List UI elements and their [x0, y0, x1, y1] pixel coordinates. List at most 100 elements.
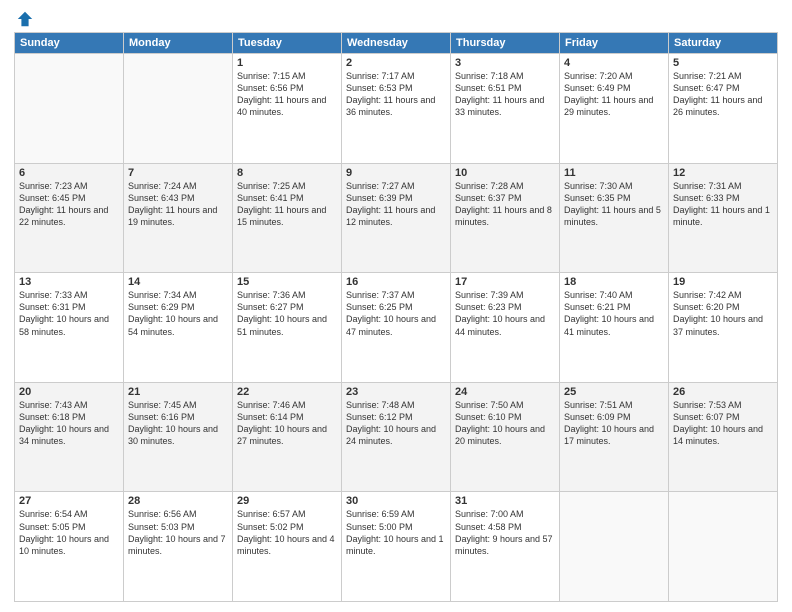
- day-number: 4: [564, 57, 664, 69]
- calendar-cell: 15Sunrise: 7:36 AM Sunset: 6:27 PM Dayli…: [233, 273, 342, 383]
- day-number: 16: [346, 276, 446, 288]
- calendar-cell: 30Sunrise: 6:59 AM Sunset: 5:00 PM Dayli…: [342, 492, 451, 602]
- calendar-cell: [15, 54, 124, 164]
- day-info: Sunrise: 7:37 AM Sunset: 6:25 PM Dayligh…: [346, 289, 446, 338]
- logo-icon: [16, 10, 34, 28]
- col-header-saturday: Saturday: [669, 33, 778, 54]
- day-info: Sunrise: 7:43 AM Sunset: 6:18 PM Dayligh…: [19, 399, 119, 448]
- day-info: Sunrise: 7:42 AM Sunset: 6:20 PM Dayligh…: [673, 289, 773, 338]
- calendar-cell: 16Sunrise: 7:37 AM Sunset: 6:25 PM Dayli…: [342, 273, 451, 383]
- calendar-cell: 23Sunrise: 7:48 AM Sunset: 6:12 PM Dayli…: [342, 382, 451, 492]
- day-number: 21: [128, 386, 228, 398]
- day-info: Sunrise: 7:46 AM Sunset: 6:14 PM Dayligh…: [237, 399, 337, 448]
- day-info: Sunrise: 6:56 AM Sunset: 5:03 PM Dayligh…: [128, 508, 228, 557]
- day-info: Sunrise: 7:18 AM Sunset: 6:51 PM Dayligh…: [455, 70, 555, 119]
- day-info: Sunrise: 7:45 AM Sunset: 6:16 PM Dayligh…: [128, 399, 228, 448]
- day-number: 2: [346, 57, 446, 69]
- col-header-thursday: Thursday: [451, 33, 560, 54]
- calendar-cell: 24Sunrise: 7:50 AM Sunset: 6:10 PM Dayli…: [451, 382, 560, 492]
- calendar-cell: 31Sunrise: 7:00 AM Sunset: 4:58 PM Dayli…: [451, 492, 560, 602]
- day-info: Sunrise: 7:00 AM Sunset: 4:58 PM Dayligh…: [455, 508, 555, 557]
- day-info: Sunrise: 6:57 AM Sunset: 5:02 PM Dayligh…: [237, 508, 337, 557]
- day-number: 7: [128, 167, 228, 179]
- calendar-cell: [124, 54, 233, 164]
- calendar-cell: 14Sunrise: 7:34 AM Sunset: 6:29 PM Dayli…: [124, 273, 233, 383]
- logo: [14, 10, 34, 24]
- day-number: 27: [19, 495, 119, 507]
- col-header-wednesday: Wednesday: [342, 33, 451, 54]
- day-info: Sunrise: 7:20 AM Sunset: 6:49 PM Dayligh…: [564, 70, 664, 119]
- calendar-cell: 27Sunrise: 6:54 AM Sunset: 5:05 PM Dayli…: [15, 492, 124, 602]
- day-number: 25: [564, 386, 664, 398]
- day-info: Sunrise: 7:50 AM Sunset: 6:10 PM Dayligh…: [455, 399, 555, 448]
- day-info: Sunrise: 7:28 AM Sunset: 6:37 PM Dayligh…: [455, 180, 555, 229]
- calendar-week-4: 20Sunrise: 7:43 AM Sunset: 6:18 PM Dayli…: [15, 382, 778, 492]
- day-info: Sunrise: 7:17 AM Sunset: 6:53 PM Dayligh…: [346, 70, 446, 119]
- day-info: Sunrise: 7:30 AM Sunset: 6:35 PM Dayligh…: [564, 180, 664, 229]
- day-number: 13: [19, 276, 119, 288]
- calendar-cell: 11Sunrise: 7:30 AM Sunset: 6:35 PM Dayli…: [560, 163, 669, 273]
- day-info: Sunrise: 7:34 AM Sunset: 6:29 PM Dayligh…: [128, 289, 228, 338]
- day-info: Sunrise: 7:39 AM Sunset: 6:23 PM Dayligh…: [455, 289, 555, 338]
- day-info: Sunrise: 7:53 AM Sunset: 6:07 PM Dayligh…: [673, 399, 773, 448]
- calendar-cell: 2Sunrise: 7:17 AM Sunset: 6:53 PM Daylig…: [342, 54, 451, 164]
- day-info: Sunrise: 6:54 AM Sunset: 5:05 PM Dayligh…: [19, 508, 119, 557]
- calendar-cell: 5Sunrise: 7:21 AM Sunset: 6:47 PM Daylig…: [669, 54, 778, 164]
- calendar-cell: 21Sunrise: 7:45 AM Sunset: 6:16 PM Dayli…: [124, 382, 233, 492]
- day-info: Sunrise: 7:31 AM Sunset: 6:33 PM Dayligh…: [673, 180, 773, 229]
- day-number: 6: [19, 167, 119, 179]
- day-number: 19: [673, 276, 773, 288]
- calendar-cell: 18Sunrise: 7:40 AM Sunset: 6:21 PM Dayli…: [560, 273, 669, 383]
- day-number: 8: [237, 167, 337, 179]
- calendar-cell: 29Sunrise: 6:57 AM Sunset: 5:02 PM Dayli…: [233, 492, 342, 602]
- day-number: 5: [673, 57, 773, 69]
- calendar-table: SundayMondayTuesdayWednesdayThursdayFrid…: [14, 32, 778, 602]
- day-number: 3: [455, 57, 555, 69]
- day-info: Sunrise: 6:59 AM Sunset: 5:00 PM Dayligh…: [346, 508, 446, 557]
- day-number: 15: [237, 276, 337, 288]
- day-number: 17: [455, 276, 555, 288]
- calendar-week-2: 6Sunrise: 7:23 AM Sunset: 6:45 PM Daylig…: [15, 163, 778, 273]
- day-number: 31: [455, 495, 555, 507]
- calendar-cell: 20Sunrise: 7:43 AM Sunset: 6:18 PM Dayli…: [15, 382, 124, 492]
- col-header-monday: Monday: [124, 33, 233, 54]
- calendar-cell: 9Sunrise: 7:27 AM Sunset: 6:39 PM Daylig…: [342, 163, 451, 273]
- day-number: 20: [19, 386, 119, 398]
- calendar-cell: 10Sunrise: 7:28 AM Sunset: 6:37 PM Dayli…: [451, 163, 560, 273]
- col-header-tuesday: Tuesday: [233, 33, 342, 54]
- calendar-cell: 12Sunrise: 7:31 AM Sunset: 6:33 PM Dayli…: [669, 163, 778, 273]
- day-number: 11: [564, 167, 664, 179]
- calendar-cell: 8Sunrise: 7:25 AM Sunset: 6:41 PM Daylig…: [233, 163, 342, 273]
- day-number: 1: [237, 57, 337, 69]
- calendar-header-row: SundayMondayTuesdayWednesdayThursdayFrid…: [15, 33, 778, 54]
- calendar-cell: 6Sunrise: 7:23 AM Sunset: 6:45 PM Daylig…: [15, 163, 124, 273]
- day-number: 10: [455, 167, 555, 179]
- day-info: Sunrise: 7:36 AM Sunset: 6:27 PM Dayligh…: [237, 289, 337, 338]
- calendar-cell: 1Sunrise: 7:15 AM Sunset: 6:56 PM Daylig…: [233, 54, 342, 164]
- calendar-cell: 3Sunrise: 7:18 AM Sunset: 6:51 PM Daylig…: [451, 54, 560, 164]
- day-number: 22: [237, 386, 337, 398]
- day-info: Sunrise: 7:24 AM Sunset: 6:43 PM Dayligh…: [128, 180, 228, 229]
- col-header-friday: Friday: [560, 33, 669, 54]
- calendar-week-1: 1Sunrise: 7:15 AM Sunset: 6:56 PM Daylig…: [15, 54, 778, 164]
- calendar-cell: 28Sunrise: 6:56 AM Sunset: 5:03 PM Dayli…: [124, 492, 233, 602]
- calendar-cell: 22Sunrise: 7:46 AM Sunset: 6:14 PM Dayli…: [233, 382, 342, 492]
- calendar-cell: 17Sunrise: 7:39 AM Sunset: 6:23 PM Dayli…: [451, 273, 560, 383]
- day-number: 29: [237, 495, 337, 507]
- day-info: Sunrise: 7:48 AM Sunset: 6:12 PM Dayligh…: [346, 399, 446, 448]
- col-header-sunday: Sunday: [15, 33, 124, 54]
- day-number: 28: [128, 495, 228, 507]
- calendar-week-5: 27Sunrise: 6:54 AM Sunset: 5:05 PM Dayli…: [15, 492, 778, 602]
- calendar-week-3: 13Sunrise: 7:33 AM Sunset: 6:31 PM Dayli…: [15, 273, 778, 383]
- page: SundayMondayTuesdayWednesdayThursdayFrid…: [0, 0, 792, 612]
- day-number: 12: [673, 167, 773, 179]
- day-number: 26: [673, 386, 773, 398]
- day-number: 24: [455, 386, 555, 398]
- day-number: 30: [346, 495, 446, 507]
- day-number: 9: [346, 167, 446, 179]
- day-info: Sunrise: 7:27 AM Sunset: 6:39 PM Dayligh…: [346, 180, 446, 229]
- day-info: Sunrise: 7:23 AM Sunset: 6:45 PM Dayligh…: [19, 180, 119, 229]
- header: [14, 10, 778, 24]
- day-number: 14: [128, 276, 228, 288]
- calendar-cell: 25Sunrise: 7:51 AM Sunset: 6:09 PM Dayli…: [560, 382, 669, 492]
